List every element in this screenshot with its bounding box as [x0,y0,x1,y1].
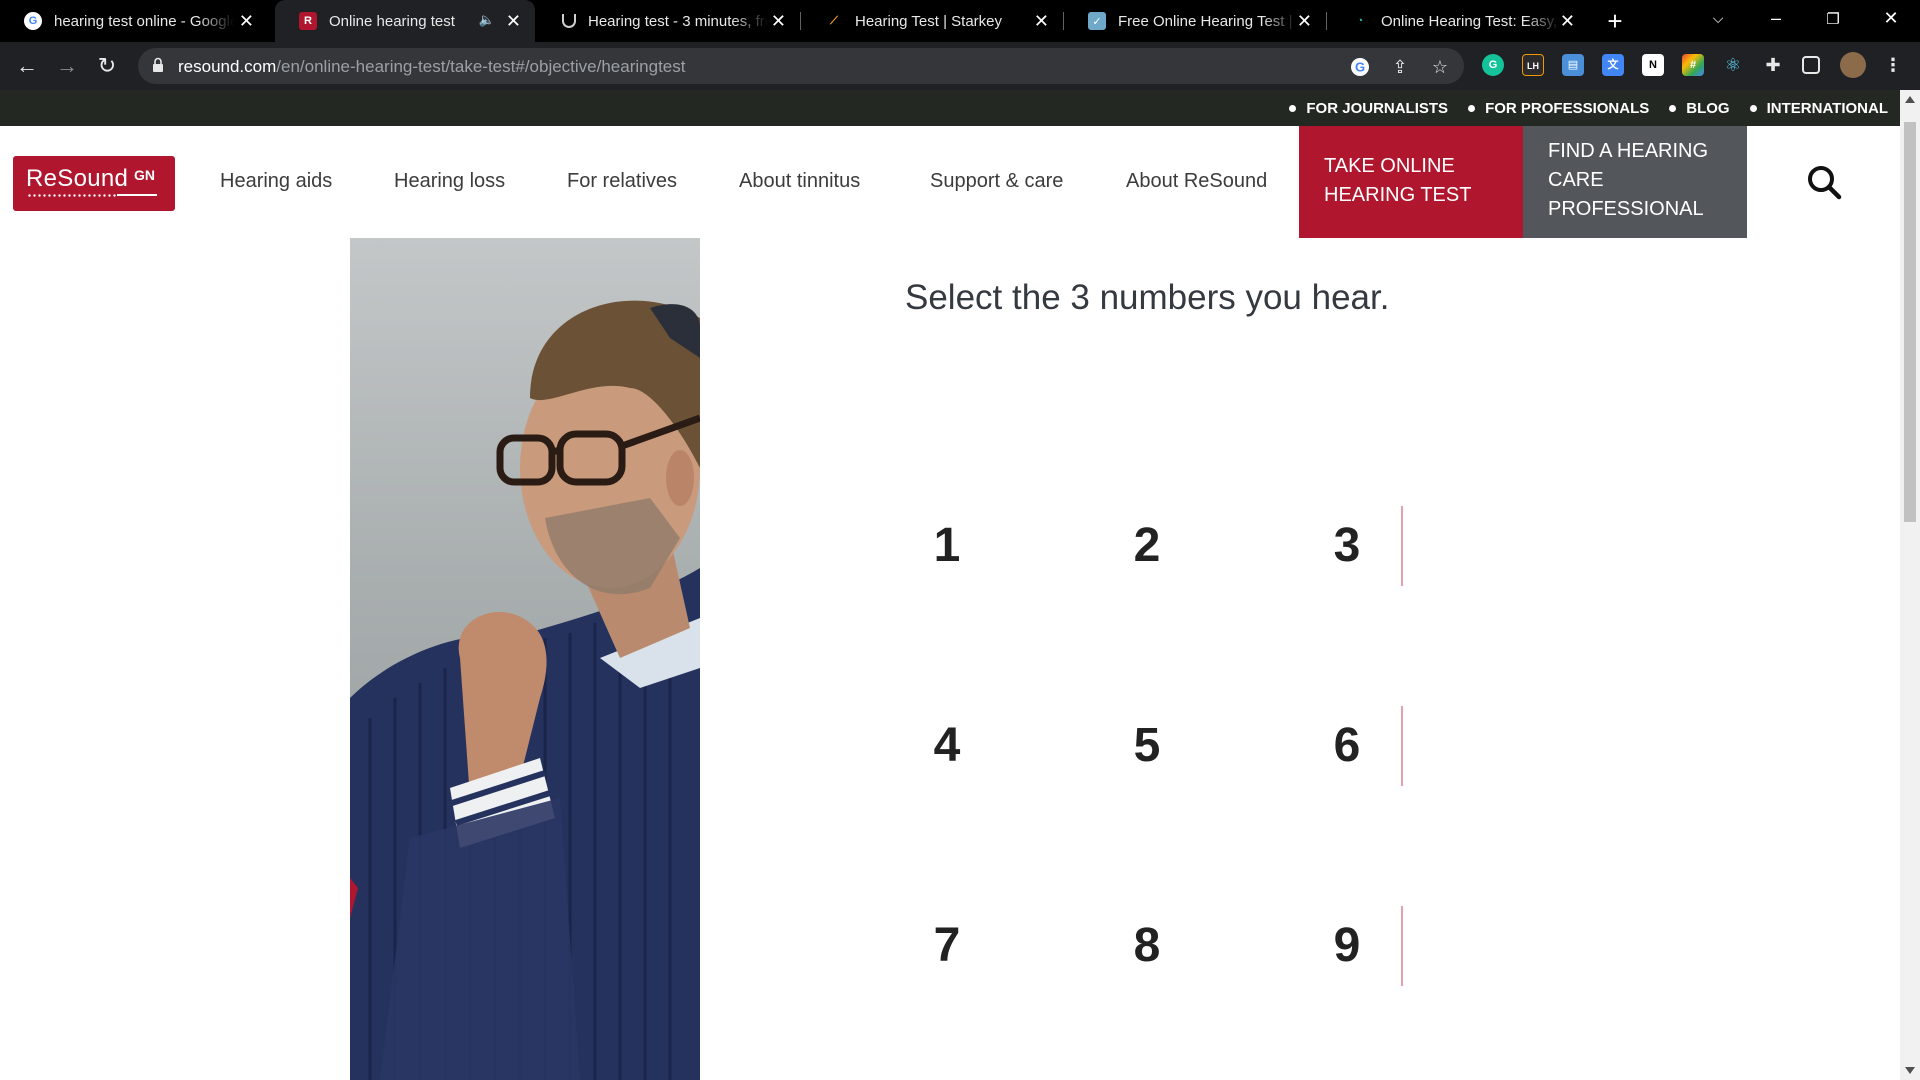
browser-tab-active[interactable]: R Online hearing test 🔈 ✕ [275,0,535,42]
kebab-menu-icon[interactable]: ⋮ [1882,54,1904,76]
number-option[interactable]: 7 [897,906,997,986]
utility-bar: FOR JOURNALISTS FOR PROFESSIONALS BLOG I… [0,90,1900,126]
bookmark-star-icon[interactable]: ☆ [1429,56,1451,78]
side-panel-icon[interactable] [1802,56,1820,74]
starkey-icon: ⟋ [830,14,838,27]
grammarly-icon[interactable]: G [1482,54,1504,76]
page-scrollbar[interactable] [1900,90,1920,1080]
close-window-icon[interactable]: ✕ [1871,8,1911,29]
tab-title: Hearing Test | Starkey [855,12,1003,30]
svg-text:G: G [1355,60,1365,75]
number-option[interactable]: 2 [1097,506,1197,586]
tab-title: Hearing test - 3 minutes, free [588,12,768,30]
ear-icon: ◔ [1356,15,1364,27]
test-question: Select the 3 numbers you hear. [905,278,1390,317]
forward-arrow-icon[interactable]: → [53,52,81,80]
address-bar[interactable]: resound.com/en/online-hearing-test/take-… [138,48,1464,84]
nav-for-relatives[interactable]: For relatives [567,170,677,193]
color-picker-icon[interactable]: # [1682,54,1704,76]
check-icon: ✓ [1088,12,1106,30]
back-arrow-icon[interactable]: ← [13,52,41,80]
nav-about-tinnitus[interactable]: About tinnitus [739,170,860,193]
number-option[interactable]: 5 [1097,706,1197,786]
browser-tabstrip: G hearing test online - Google Search ✕ … [0,0,1920,42]
close-tab-icon[interactable]: ✕ [239,11,254,31]
browser-tab[interactable]: Hearing test - 3 minutes, free ✕ [538,0,800,42]
translate-icon[interactable]: 文 [1602,54,1624,76]
close-tab-icon[interactable]: ✕ [1034,11,1049,31]
browser-tab[interactable]: ⟋ Hearing Test | Starkey ✕ [801,0,1063,42]
new-tab-icon[interactable]: + [1600,6,1630,36]
link-blog[interactable]: BLOG [1669,100,1729,117]
browser-tab[interactable]: G hearing test online - Google Search ✕ [0,0,268,42]
resound-r-icon: R [299,12,317,30]
scroll-up-arrow-icon[interactable] [1905,96,1915,103]
close-tab-icon[interactable]: ✕ [771,11,786,31]
close-tab-icon[interactable]: ✕ [1560,11,1575,31]
minimize-icon[interactable]: – [1756,8,1796,29]
browser-toolbar: ← → ↻ resound.com/en/online-hearing-test… [0,42,1920,90]
row-divider [1401,706,1403,786]
scroll-down-arrow-icon[interactable] [1905,1067,1915,1074]
close-tab-icon[interactable]: ✕ [506,11,521,31]
speaker-icon[interactable]: 🔈 [479,12,495,28]
notion-icon[interactable]: N [1642,54,1664,76]
find-hearing-care-professional-button[interactable]: FIND A HEARING CARE PROFESSIONAL [1523,126,1747,238]
man-with-glasses-photo [350,238,700,1080]
take-online-hearing-test-button[interactable]: TAKE ONLINE HEARING TEST [1299,126,1523,238]
link-international[interactable]: INTERNATIONAL [1750,100,1888,117]
number-option[interactable]: 8 [1097,906,1197,986]
search-icon[interactable] [1804,162,1844,202]
google-g-icon: G [24,12,42,30]
number-option[interactable]: 6 [1297,706,1397,786]
cup-icon [562,14,576,28]
lock-icon [153,57,163,72]
reload-icon[interactable]: ↻ [93,52,121,80]
browser-tab[interactable]: ✓ Free Online Hearing Test | T ✕ [1064,0,1326,42]
link-for-professionals[interactable]: FOR PROFESSIONALS [1468,100,1649,117]
nav-support-care[interactable]: Support & care [930,170,1063,193]
extensions-puzzle-icon[interactable]: ✚ [1762,54,1784,76]
nav-about-resound[interactable]: About ReSound [1126,170,1267,193]
number-option[interactable]: 9 [1297,906,1397,986]
tab-title: Online Hearing Test: Easy, F [1381,12,1561,30]
number-option[interactable]: 4 [897,706,997,786]
main-navigation: ReSound GN Hearing aids Hearing loss For… [0,126,1900,238]
calendar-ext-icon[interactable]: ▤ [1562,54,1584,76]
row-divider [1401,906,1403,986]
react-devtools-icon[interactable]: ⚛ [1722,54,1744,76]
number-option[interactable]: 3 [1297,506,1397,586]
browser-tab[interactable]: ◔ Online Hearing Test: Easy, F ✕ [1327,0,1589,42]
restore-icon[interactable]: ❐ [1813,10,1853,28]
nav-hearing-aids[interactable]: Hearing aids [220,170,332,193]
profile-avatar-icon[interactable] [1840,52,1866,78]
tab-title: Free Online Hearing Test | T [1118,12,1298,30]
scrollbar-thumb[interactable] [1904,122,1916,522]
lighthouse-icon[interactable]: LH [1522,54,1544,76]
tab-title: Online hearing test [329,12,455,30]
close-tab-icon[interactable]: ✕ [1297,11,1312,31]
share-icon[interactable]: ⇪ [1389,56,1411,78]
resound-logo[interactable]: ReSound GN [13,156,175,211]
nav-hearing-loss[interactable]: Hearing loss [394,170,505,193]
tab-search-chevron-icon[interactable]: ⌵ [1698,10,1738,27]
number-option[interactable]: 1 [897,506,997,586]
row-divider [1401,506,1403,586]
link-for-journalists[interactable]: FOR JOURNALISTS [1289,100,1448,117]
google-lens-icon[interactable]: G [1349,56,1371,78]
tab-title: hearing test online - Google Search [54,12,234,30]
url-text: resound.com/en/online-hearing-test/take-… [178,57,686,76]
